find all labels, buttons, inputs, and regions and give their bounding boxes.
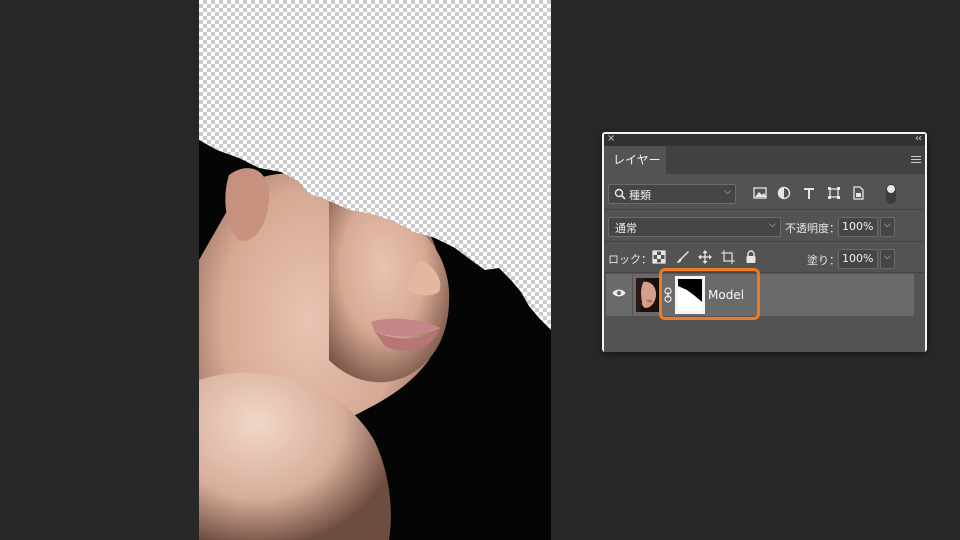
divider [604, 241, 925, 242]
filter-kind-select[interactable]: 種類 ⌵ [608, 184, 736, 204]
chevron-down-icon: ⌵ [724, 187, 731, 197]
document-canvas[interactable] [199, 0, 551, 540]
divider [604, 209, 925, 210]
hamburger-menu-icon[interactable] [911, 156, 921, 164]
chevron-down-icon: ⌵ [884, 220, 891, 230]
shape-filter-icon[interactable] [826, 185, 842, 201]
lock-all-icon[interactable] [744, 250, 758, 264]
canvas-artwork [199, 140, 551, 540]
lock-transparent-icon[interactable] [652, 250, 666, 264]
layer-thumbnail[interactable] [636, 278, 660, 312]
search-icon [614, 188, 626, 200]
divider [604, 272, 925, 273]
collapse-panel-button[interactable]: ‹‹ [915, 133, 922, 145]
smart-object-filter-icon[interactable] [850, 185, 866, 201]
blend-mode-select[interactable]: 通常 ⌵ [608, 217, 781, 237]
lock-row: ロック： 塗り： 100% ⌵ [604, 246, 925, 270]
opacity-label: 不透明度： [785, 222, 840, 235]
image-filter-icon[interactable] [752, 185, 768, 201]
layer-name[interactable]: Model [708, 288, 744, 302]
filter-toggle-switch[interactable] [886, 184, 896, 204]
layers-panel: × ‹‹ レイヤー 種類 ⌵ 通常 ⌵ 不透明度： 100% ⌵ ロック： 塗り… [602, 132, 927, 352]
chevron-down-icon: ⌵ [884, 252, 891, 262]
panel-title-bar: × ‹‹ [604, 133, 925, 146]
blend-mode-value: 通常 [615, 222, 637, 235]
fill-label: 塗り： [807, 254, 840, 267]
adjustment-filter-icon[interactable] [776, 185, 792, 201]
layers-panel-empty-area[interactable] [604, 318, 925, 352]
fill-input[interactable]: 100% [838, 249, 878, 269]
close-panel-button[interactable]: × [607, 133, 615, 145]
lock-artboard-icon[interactable] [721, 250, 735, 264]
lock-position-icon[interactable] [698, 250, 712, 264]
lock-label: ロック： [608, 253, 652, 266]
chevron-down-icon: ⌵ [769, 220, 776, 230]
type-filter-icon[interactable] [801, 185, 817, 201]
eye-icon[interactable] [612, 288, 626, 298]
filter-kind-label: 種類 [629, 189, 651, 202]
layer-mask-thumbnail[interactable] [674, 275, 706, 315]
layer-row-model[interactable]: Model [606, 274, 914, 316]
opacity-input[interactable]: 100% [838, 217, 878, 237]
lock-image-icon[interactable] [676, 250, 690, 264]
fill-dropdown-button[interactable]: ⌵ [880, 249, 895, 269]
blend-row: 通常 ⌵ 不透明度： 100% ⌵ [604, 214, 925, 238]
opacity-dropdown-button[interactable]: ⌵ [880, 217, 895, 237]
layer-filter-row: 種類 ⌵ [604, 182, 925, 204]
tab-layers[interactable]: レイヤー [604, 146, 666, 174]
panel-tab-bar: レイヤー [604, 146, 925, 174]
divider [632, 274, 633, 316]
chain-link-icon[interactable] [664, 287, 672, 303]
